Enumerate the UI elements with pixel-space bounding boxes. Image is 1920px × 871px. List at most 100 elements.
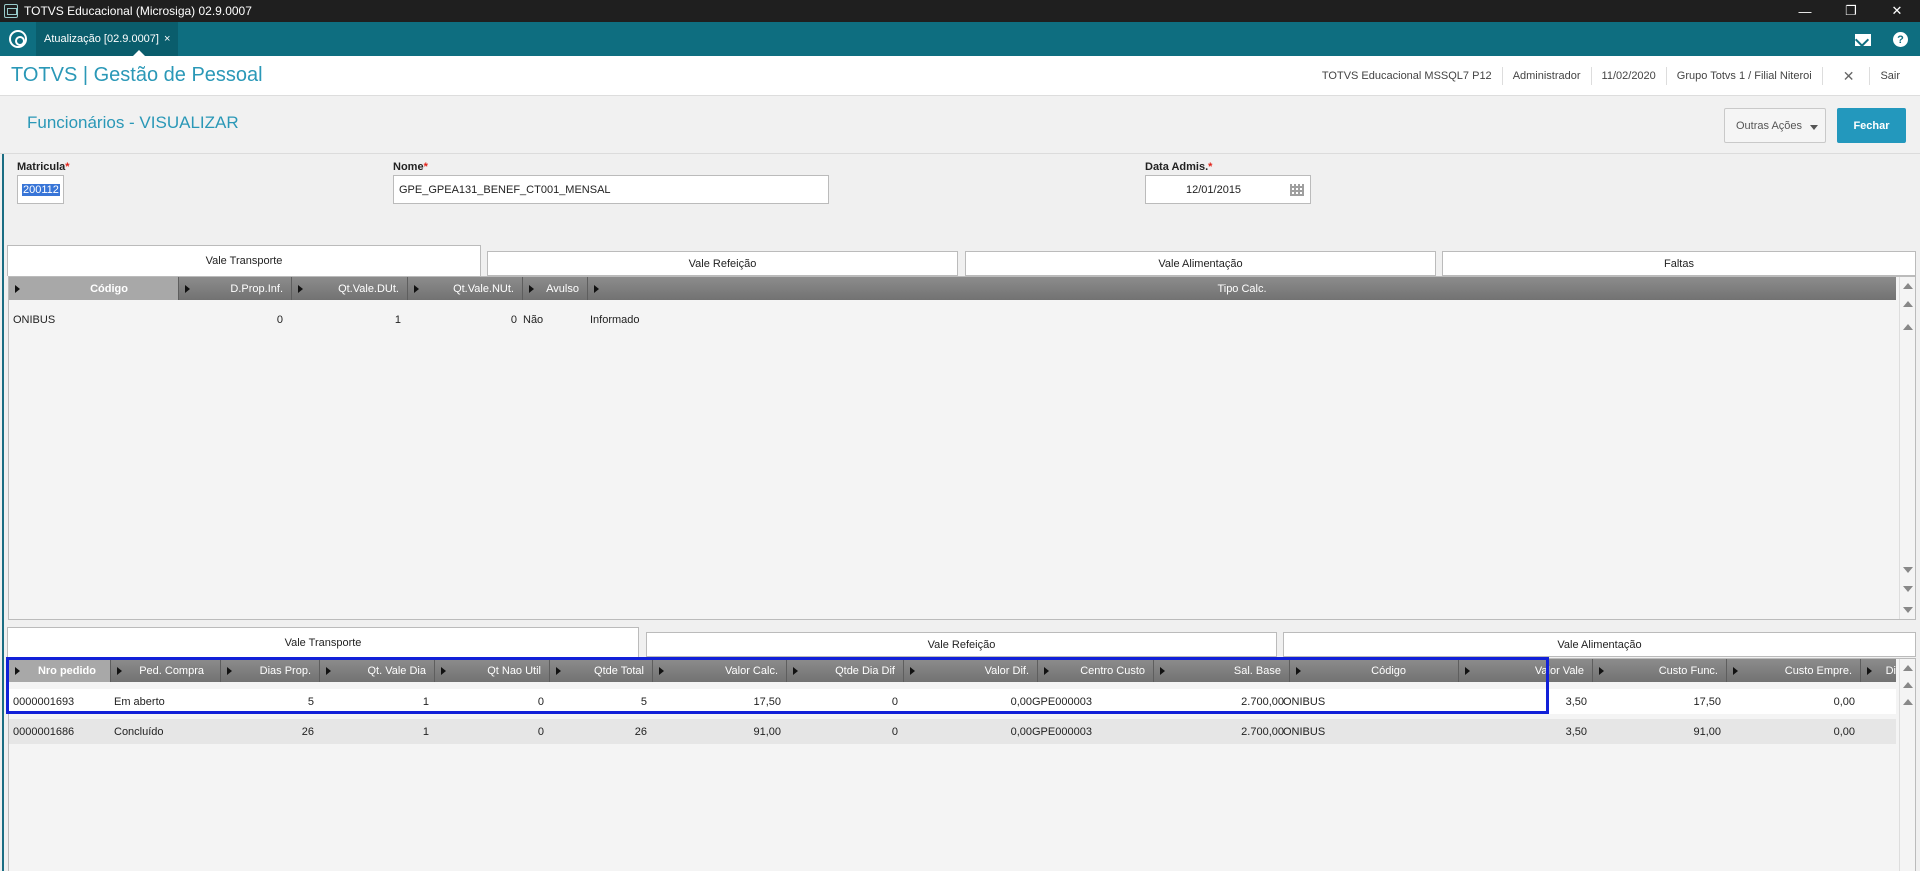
calendar-icon[interactable] (1290, 184, 1304, 196)
col-header[interactable]: Código (1290, 659, 1459, 682)
tab-close-icon[interactable]: × (164, 33, 170, 45)
col-header[interactable]: Tipo Calc. (588, 277, 1896, 300)
required-mark: * (65, 161, 70, 173)
vale-transporte-panel: Código D.Prop.Inf. Qt.Vale.DUt. Qt.Vale.… (8, 276, 1916, 620)
outras-acoes-button[interactable]: Outras Ações (1724, 108, 1826, 143)
sair-button[interactable]: ✕ Sair (1821, 67, 1920, 85)
grid-header: Nro pedido Ped. Compra Dias Prop. Qt. Va… (9, 659, 1896, 682)
col-header[interactable]: Qtde Total (550, 659, 653, 682)
col-header[interactable]: Valor Calc. (653, 659, 787, 682)
cell-custo-empre: 0,00 (1833, 695, 1855, 708)
data-admis-label: Data Admis.* (1145, 161, 1212, 173)
tab-vale-refeicao-bottom[interactable]: Vale Refeição (646, 632, 1277, 657)
window-controls: — ❐ ✕ (1782, 0, 1920, 22)
nome-label: Nome* (393, 161, 428, 173)
column-arrow-icon (117, 667, 122, 675)
col-label: Valor Dif. (984, 664, 1029, 677)
scroll-top-icon[interactable] (1903, 665, 1913, 671)
col-header[interactable]: D.Prop.Inf. (179, 277, 292, 300)
column-arrow-icon (227, 667, 232, 675)
minimize-button[interactable]: — (1782, 0, 1828, 22)
col-header[interactable]: Qt Nao Util (435, 659, 550, 682)
tab-vale-alimentacao[interactable]: Vale Alimentação (965, 251, 1436, 276)
sair-label: Sair (1869, 67, 1910, 85)
tab-vale-alimentacao-bottom[interactable]: Vale Alimentação (1283, 632, 1916, 657)
table-row[interactable]: 0000001693 Em aberto 5 1 0 5 17,50 0 0,0… (9, 689, 1896, 714)
cell-avulso: Não (523, 313, 544, 326)
col-label: Qtde Total (594, 664, 644, 677)
scroll-up-icon[interactable] (1903, 324, 1913, 330)
scroll-page-up-icon[interactable] (1903, 682, 1913, 688)
column-arrow-icon (1465, 667, 1470, 675)
data-admis-value: 12/01/2015 (1186, 183, 1242, 196)
col-header[interactable]: Valor Dif. (904, 659, 1038, 682)
col-label: Valor Vale (1534, 664, 1584, 677)
data-admis-field[interactable]: 12/01/2015 (1145, 175, 1311, 204)
matricula-field[interactable]: 200112 (17, 175, 64, 204)
app-icon (4, 4, 18, 18)
tab-atualizacao[interactable]: Atualização [02.9.0007] × (36, 22, 179, 56)
tab-faltas[interactable]: Faltas (1442, 251, 1916, 276)
col-header[interactable]: Qt.Vale.NUt. (408, 277, 523, 300)
cell-custo-func: 91,00 (1693, 725, 1721, 738)
nome-value: GPE_GPEA131_BENEF_CT001_MENSAL (399, 183, 611, 196)
session-info: TOTVS Educacional MSSQL7 P12 Administrad… (1312, 56, 1920, 96)
col-header[interactable]: Di (1861, 659, 1896, 682)
fechar-button[interactable]: Fechar (1837, 108, 1906, 143)
col-header[interactable]: Qtde Dia Dif (787, 659, 904, 682)
cell-sal-base: 2.700,00 (1241, 695, 1284, 708)
vertical-scrollbar[interactable] (1899, 659, 1915, 871)
help-icon[interactable]: ? (1893, 32, 1908, 47)
home-icon[interactable] (9, 30, 27, 48)
col-header[interactable]: Qt.Vale.DUt. (292, 277, 408, 300)
cell-codigo: ONIBUS (1283, 725, 1326, 738)
cell-custo-func: 17,50 (1693, 695, 1721, 708)
col-header[interactable]: Código (9, 277, 179, 300)
nome-field[interactable]: GPE_GPEA131_BENEF_CT001_MENSAL (393, 175, 829, 204)
col-label: Qt.Vale.DUt. (338, 282, 399, 295)
module-brand: TOTVS | Gestão de Pessoal (11, 64, 263, 86)
cell-qt-vale-dia: 1 (422, 695, 429, 708)
user-label: Administrador (1501, 67, 1591, 85)
table-row[interactable]: 0000001686 Concluído 26 1 0 26 91,00 0 0… (9, 719, 1896, 744)
cell-dias-prop: 5 (307, 695, 314, 708)
close-window-button[interactable]: ✕ (1874, 0, 1920, 22)
scroll-up-icon[interactable] (1903, 699, 1913, 705)
scroll-page-up-icon[interactable] (1903, 301, 1913, 307)
tab-vale-transporte[interactable]: Vale Transporte (7, 245, 481, 276)
col-header[interactable]: Custo Empre. (1727, 659, 1861, 682)
mail-icon[interactable] (1855, 34, 1871, 46)
col-header[interactable]: Centro Custo (1038, 659, 1154, 682)
scroll-top-icon[interactable] (1903, 283, 1913, 289)
scroll-down-icon[interactable] (1903, 567, 1913, 573)
vertical-scrollbar[interactable] (1899, 277, 1915, 619)
col-header[interactable]: Qt. Vale Dia (320, 659, 435, 682)
col-header[interactable]: Ped. Compra (111, 659, 221, 682)
column-arrow-icon (556, 667, 561, 675)
col-header[interactable]: Dias Prop. (221, 659, 320, 682)
cell-ped-compra: Em aberto (114, 695, 165, 708)
pedidos-panel: Nro pedido Ped. Compra Dias Prop. Qt. Va… (8, 658, 1916, 871)
left-accent-line (2, 154, 4, 871)
column-arrow-icon (1160, 667, 1165, 675)
col-header[interactable]: Nro pedido (9, 659, 111, 682)
scroll-page-down-icon[interactable] (1903, 586, 1913, 592)
table-row[interactable]: ONIBUS 0 1 0 Não Informado (9, 307, 1896, 332)
column-arrow-icon (298, 285, 303, 293)
cell-qtde-total: 5 (640, 695, 647, 708)
col-header[interactable]: Sal. Base (1154, 659, 1290, 682)
column-arrow-icon (15, 285, 20, 293)
restore-button[interactable]: ❐ (1828, 0, 1874, 22)
col-label: Dias Prop. (259, 664, 311, 677)
cell-valor-dif: 0,00 (1010, 695, 1032, 708)
tab-vale-transporte-bottom[interactable]: Vale Transporte (7, 627, 639, 658)
col-header[interactable]: Avulso (523, 277, 588, 300)
tab-vale-refeicao[interactable]: Vale Refeição (487, 251, 958, 276)
col-header[interactable]: Custo Func. (1593, 659, 1727, 682)
scroll-bottom-icon[interactable] (1903, 607, 1913, 613)
module-header: TOTVS | Gestão de Pessoal TOTVS Educacio… (0, 56, 1920, 96)
cell-qtnut: 0 (510, 313, 517, 326)
col-header[interactable]: Valor Vale (1459, 659, 1593, 682)
cell-valor-vale: 3,50 (1565, 725, 1587, 738)
cell-sal-base: 2.700,00 (1241, 725, 1284, 738)
